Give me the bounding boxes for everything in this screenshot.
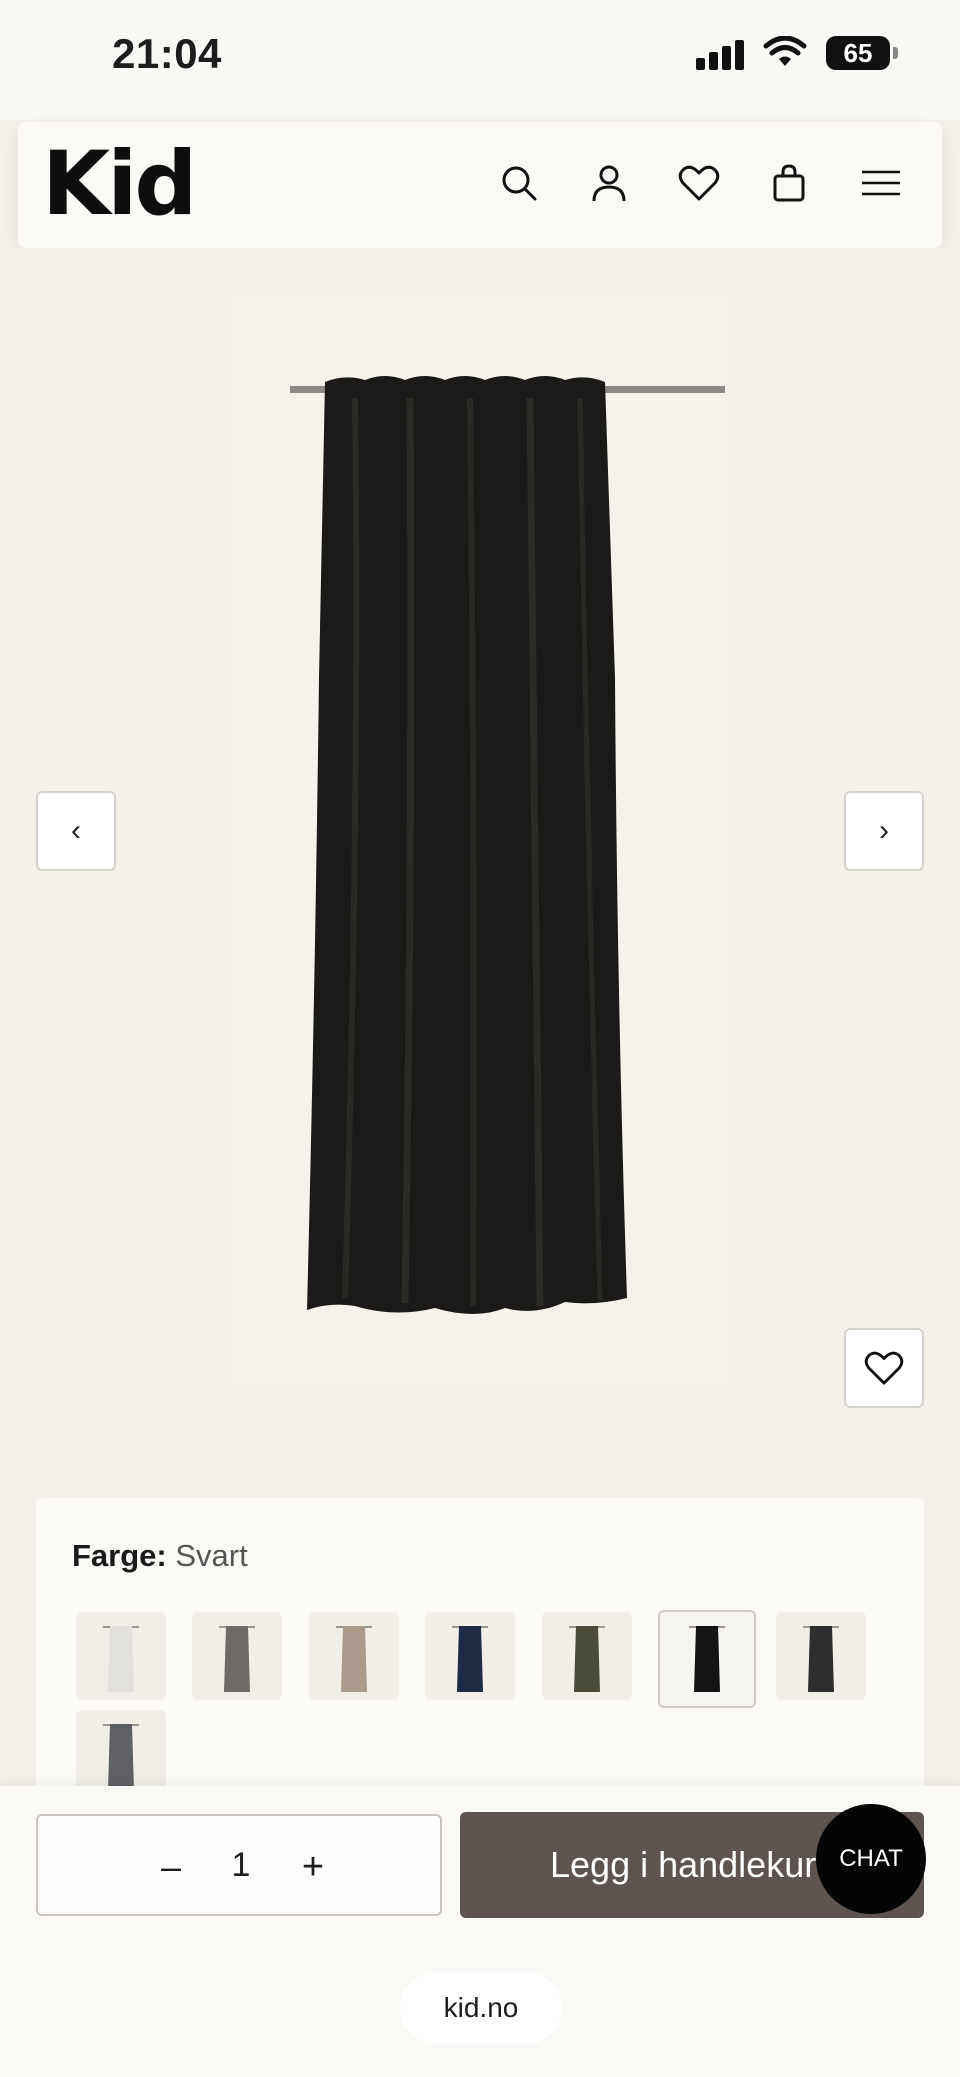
swatch-curtain-thumbnail (569, 1626, 605, 1692)
product-gallery: ‹ › (0, 248, 960, 1488)
add-to-wishlist-button[interactable] (844, 1328, 924, 1408)
color-label-key: Farge: (72, 1538, 167, 1573)
color-swatch[interactable] (76, 1612, 166, 1700)
menu-icon[interactable] (854, 158, 908, 208)
decrease-quantity-button[interactable]: – (146, 1842, 196, 1892)
swatch-curtain-thumbnail (689, 1626, 725, 1692)
chat-label: CHAT (839, 1845, 903, 1872)
swatch-curtain-thumbnail (803, 1626, 839, 1692)
user-icon[interactable] (584, 158, 634, 208)
status-bar: 21:04 65 (0, 0, 960, 120)
quantity-value[interactable]: 1 (226, 1846, 256, 1885)
swatch-curtain-thumbnail (103, 1626, 139, 1692)
domain-label: kid.no (443, 1992, 519, 2023)
chat-button[interactable]: CHAT (816, 1804, 926, 1914)
browser-address-pill[interactable]: kid.no (400, 1972, 562, 2044)
color-label-value: Svart (175, 1538, 248, 1573)
status-time: 21:04 (112, 30, 222, 77)
swatch-curtain-thumbnail (452, 1626, 488, 1692)
swatch-curtain-thumbnail (336, 1626, 372, 1692)
prev-image-button[interactable]: ‹ (36, 791, 116, 871)
plus-icon: + (301, 1845, 325, 1888)
kid-logo[interactable]: Kid (42, 132, 197, 235)
chevron-right-icon: › (879, 814, 889, 847)
color-swatch[interactable] (542, 1612, 632, 1700)
swatch-curtain-thumbnail (219, 1626, 255, 1692)
signal-icon (696, 36, 744, 70)
next-image-button[interactable]: › (844, 791, 924, 871)
battery-level: 65 (843, 37, 873, 68)
heart-icon[interactable] (674, 158, 724, 208)
color-label: Farge: Svart (72, 1538, 248, 1574)
battery-icon: 65 (826, 36, 898, 70)
search-icon[interactable] (494, 158, 544, 208)
quantity-stepper: – 1 + (36, 1814, 442, 1916)
increase-quantity-button[interactable]: + (288, 1842, 338, 1892)
wifi-icon (763, 36, 807, 66)
add-to-cart-label: Legg i handlekurv (550, 1844, 835, 1885)
minus-icon: – (160, 1846, 182, 1887)
color-swatch[interactable] (309, 1612, 399, 1700)
color-swatch[interactable] (658, 1610, 756, 1708)
bag-icon[interactable] (764, 158, 814, 208)
status-icons: 65 (696, 36, 898, 70)
chevron-left-icon: ‹ (71, 814, 81, 847)
heart-icon (864, 1351, 904, 1385)
color-swatch[interactable] (192, 1612, 282, 1700)
product-image-curtain (235, 298, 730, 1383)
color-swatch[interactable] (776, 1612, 866, 1700)
color-swatch[interactable] (76, 1710, 166, 1798)
site-header: Kid (18, 122, 942, 248)
color-swatch[interactable] (425, 1612, 515, 1700)
color-selector: Farge: Svart (36, 1498, 924, 1828)
purchase-bar: – 1 + Legg i handlekurv CHAT kid.no (0, 1786, 960, 2077)
